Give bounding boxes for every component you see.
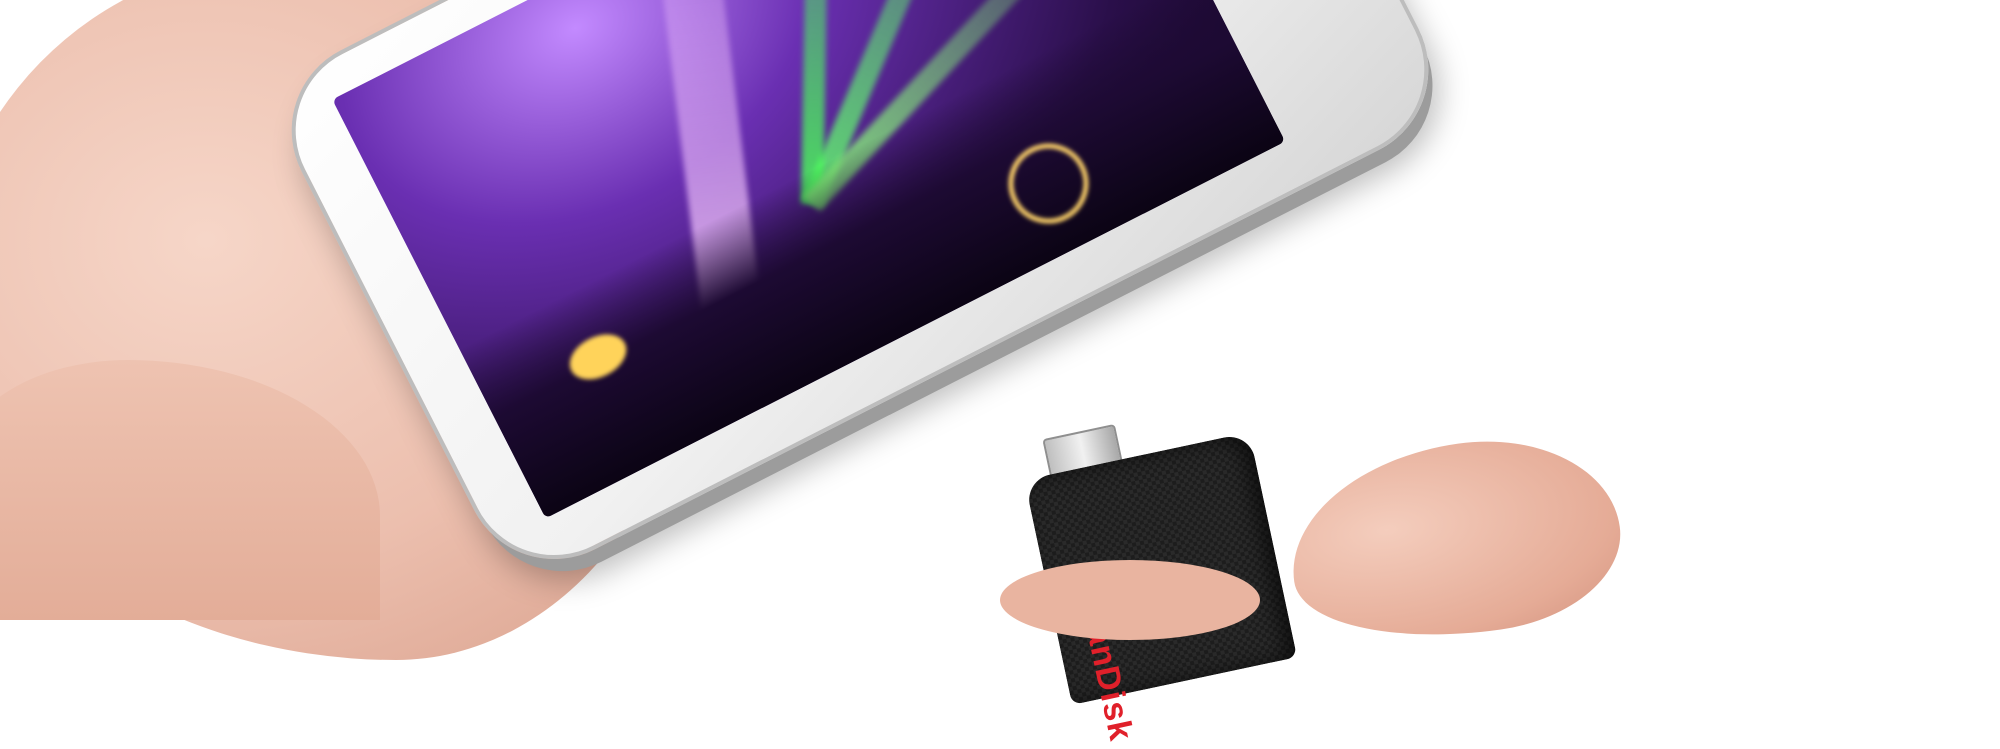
- usb-flash-drive: SanDisk: [1017, 391, 1323, 745]
- product-photo: SanDisk: [0, 0, 2000, 745]
- right-hand-thumb: [1278, 422, 1632, 658]
- right-hand-finger: [1000, 560, 1260, 640]
